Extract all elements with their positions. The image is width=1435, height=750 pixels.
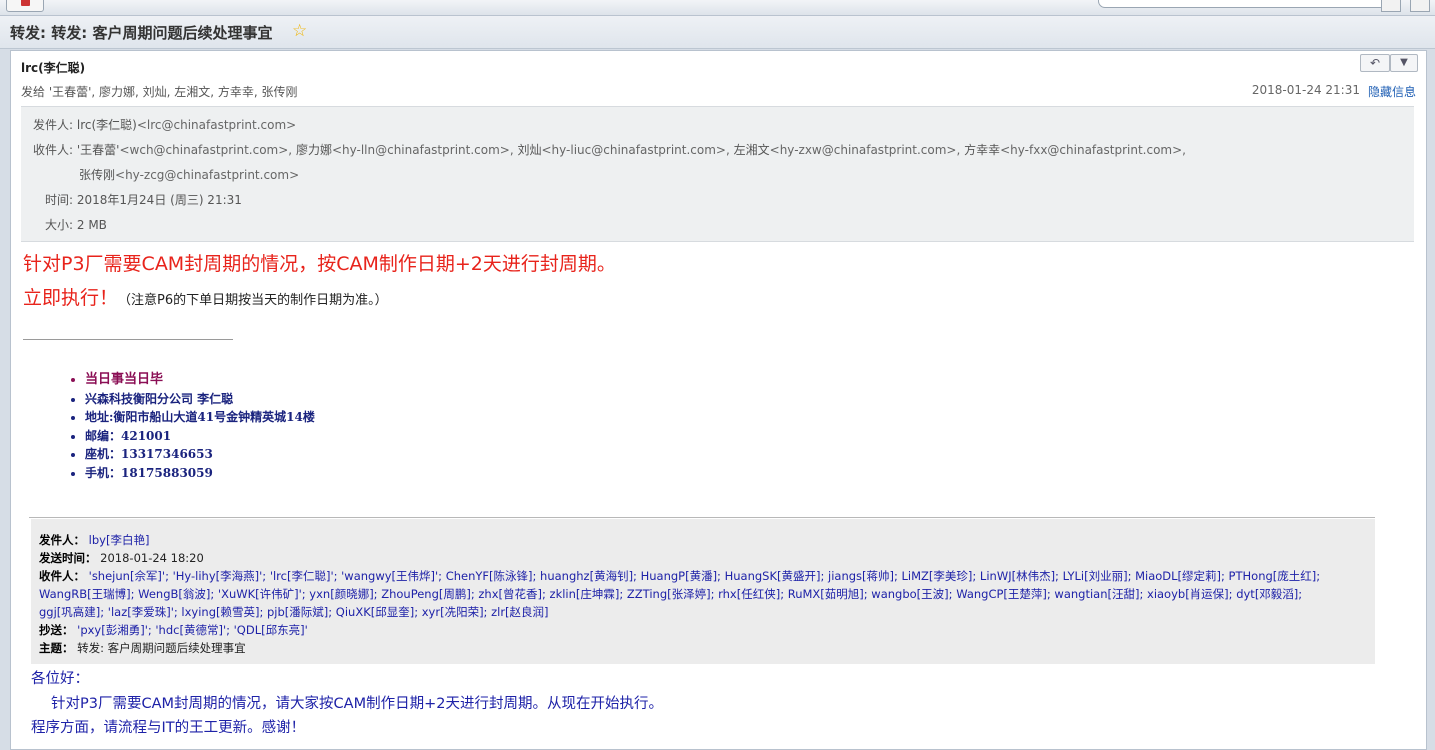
sender-row: 发件人: lrc(李仁聪)<lrc@chinafastprint.com> [33, 116, 296, 133]
quoted-to-value[interactable]: ggj[巩高建]; 'laz[李爱珠]'; lxying[赖雪英]; pjb[潘… [39, 605, 549, 619]
sender-label: 发件人: [33, 118, 74, 132]
quoted-subject-row: 主题： 转发: 客户周期问题后续处理事宜 [39, 639, 246, 657]
quote-divider [29, 517, 1375, 518]
top-toolbar [0, 0, 1435, 16]
sender-name[interactable]: lrc(李仁聪) [21, 59, 85, 76]
sender-email[interactable]: <lrc@chinafastprint.com> [137, 118, 296, 132]
reply-line: 针对P3厂需要CAM封周期的情况，请大家按CAM制作日期+2天进行封周期。从现在… [51, 696, 663, 712]
time-value: 2018年1月24日 (周三) 21:31 [76, 193, 242, 207]
quoted-subject-label: 主题： [39, 641, 74, 655]
signature-line: 地址:衡阳市船山大道41号金钟精英城14楼 [85, 408, 315, 427]
quoted-from-row: 发件人： lby[李白艳] [39, 531, 149, 549]
search-input[interactable] [1098, 0, 1400, 8]
header-details: 发件人: lrc(李仁聪)<lrc@chinafastprint.com> 收件… [21, 106, 1414, 242]
quoted-cc-value[interactable]: 'pxy[彭湘勇]'; 'hdc[黄德常]'; 'QDL[邱东亮]' [77, 623, 308, 637]
recipient[interactable]: 左湘文<hy-zxw@chinafastprint.com>, [734, 143, 961, 157]
body-line: 立即执行！（注意P6的下单日期按当天的制作日期为准。） [23, 283, 388, 310]
recipient[interactable]: 廖力娜<hy-lln@chinafastprint.com>, [296, 143, 514, 157]
reply-line: 程序方面，请流程与IT的王工更新。感谢！ [31, 720, 306, 736]
hide-info-link[interactable]: 隐藏信息 [1368, 83, 1416, 100]
quoted-subject-value: 转发: 客户周期问题后续处理事宜 [77, 641, 246, 655]
star-icon[interactable]: ☆ [292, 21, 307, 41]
size-value: 2 MB [76, 218, 107, 232]
recipient[interactable]: 刘灿<hy-liuc@chinafastprint.com>, [517, 143, 729, 157]
to-row-continued: 张传刚<hy-zcg@chinafastprint.com> [79, 166, 299, 183]
size-row: 大小: 2 MB [45, 216, 107, 233]
signature-line: 当日事当日毕 [85, 371, 315, 390]
reply-icon[interactable]: ↶ [1360, 54, 1390, 72]
chevron-down-icon[interactable]: ▼ [1390, 54, 1418, 72]
signature-line: 座机：13317346653 [85, 445, 315, 464]
time-row: 时间: 2018年1月24日 (周三) 21:31 [45, 191, 242, 208]
quoted-sent-label: 发送时间： [39, 551, 97, 565]
body-line: 针对P3厂需要CAM封周期的情况，按CAM制作日期+2天进行封周期。 [23, 253, 616, 275]
sender-detail-name[interactable]: lrc(李仁聪) [77, 118, 137, 132]
quoted-sent-row: 发送时间： 2018-01-24 18:20 [39, 549, 204, 567]
signature-line: 手机：18175883059 [85, 464, 315, 483]
quoted-to-row-2: WangRB[王瑞博]; WengB[翁波]; 'XuWK[许伟矿]'; yxn… [39, 585, 1302, 603]
recipient[interactable]: 张传刚<hy-zcg@chinafastprint.com> [79, 168, 299, 182]
signature-list: 当日事当日毕 兴森科技衡阳分公司 李仁聪 地址:衡阳市船山大道41号金钟精英城1… [71, 371, 315, 482]
quoted-header: 发件人： lby[李白艳] 发送时间： 2018-01-24 18:20 收件人… [31, 519, 1375, 664]
message-panel: lrc(李仁聪) ↶ ▼ 发给 '王春蕾', 廖力娜, 刘灿, 左湘文, 方幸幸… [10, 50, 1427, 750]
quoted-from-value[interactable]: lby[李白艳] [89, 533, 150, 547]
mail-subject: 转发: 转发: 客户周期问题后续处理事宜 [10, 24, 273, 42]
signature-divider [23, 339, 233, 340]
signature-line: 兴森科技衡阳分公司 李仁聪 [85, 390, 315, 409]
quoted-from-label: 发件人： [39, 533, 85, 547]
toolbar-icon [21, 0, 30, 6]
toolbar-button[interactable] [6, 0, 44, 12]
time-label: 时间: [45, 193, 74, 207]
quoted-to-value[interactable]: 'shejun[佘军]'; 'Hy-lihy[李海燕]'; 'lrc[李仁聪]'… [89, 569, 1320, 583]
to-row: 收件人: '王春蕾'<wch@chinafastprint.com>, 廖力娜<… [33, 141, 1186, 158]
quoted-to-value[interactable]: WangRB[王瑞博]; WengB[翁波]; 'XuWK[许伟矿]'; yxn… [39, 587, 1302, 601]
quoted-sent-value: 2018-01-24 18:20 [100, 551, 204, 565]
subject-bar: 转发: 转发: 客户周期问题后续处理事宜 ☆ [0, 16, 1435, 49]
quoted-cc-row: 抄送： 'pxy[彭湘勇]'; 'hdc[黄德常]'; 'QDL[邱东亮]' [39, 621, 308, 639]
message-date: 2018-01-24 21:31 [1251, 83, 1360, 97]
to-label: 收件人: [33, 143, 74, 157]
recipient[interactable]: '王春蕾'<wch@chinafastprint.com>, [77, 143, 292, 157]
quoted-to-row-3: ggj[巩高建]; 'laz[李爱珠]'; lxying[赖雪英]; pjb[潘… [39, 603, 549, 621]
quoted-to-label: 收件人： [39, 569, 85, 583]
quoted-cc-label: 抄送： [39, 623, 74, 637]
reply-greeting: 各位好： [31, 671, 89, 687]
quoted-to-row: 收件人： 'shejun[佘军]'; 'Hy-lihy[李海燕]'; 'lrc[… [39, 567, 1320, 585]
recipients-summary: 发给 '王春蕾', 廖力娜, 刘灿, 左湘文, 方幸幸, 张传刚 [21, 85, 298, 99]
recipient[interactable]: 方幸幸<hy-fxx@chinafastprint.com>, [964, 143, 1186, 157]
body-emphasis: 立即执行！ [23, 287, 119, 309]
body-note: （注意P6的下单日期按当天的制作日期为准。） [118, 293, 388, 308]
size-label: 大小: [45, 218, 74, 232]
signature-line: 邮编：421001 [85, 427, 315, 446]
search-options-button[interactable] [1381, 0, 1401, 12]
window-button[interactable] [1410, 0, 1430, 12]
